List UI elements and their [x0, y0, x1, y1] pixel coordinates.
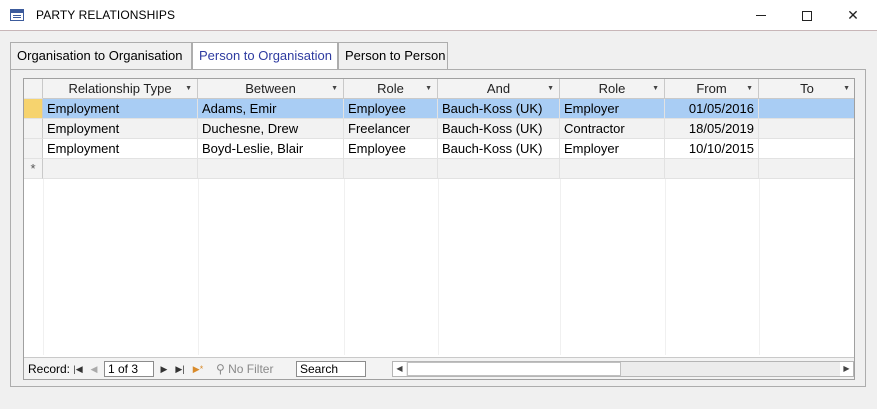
cell-and[interactable]	[438, 159, 560, 179]
column-header-and[interactable]: And ▼	[438, 79, 560, 99]
grid-empty-line	[43, 179, 44, 355]
column-header-label: To	[800, 81, 814, 96]
minimize-icon	[756, 15, 766, 16]
close-icon: ✕	[847, 7, 859, 23]
close-button[interactable]: ✕	[830, 0, 876, 31]
dropdown-arrow-icon[interactable]: ▼	[652, 79, 659, 98]
filter-icon: ⚲	[216, 362, 229, 376]
window-title: PARTY RELATIONSHIPS	[36, 8, 176, 22]
column-header-from[interactable]: From ▼	[665, 79, 759, 99]
form-icon	[10, 9, 24, 21]
column-header-label: Role	[598, 81, 626, 96]
record-selector[interactable]	[24, 139, 43, 159]
title-bar: PARTY RELATIONSHIPS ✕	[0, 0, 877, 31]
dropdown-arrow-icon[interactable]: ▼	[746, 79, 753, 98]
cell-from[interactable]	[665, 159, 759, 179]
column-header-label: Role	[377, 81, 404, 96]
cell-role-2[interactable]: Employer	[560, 139, 665, 159]
cell-role[interactable]: Employee	[344, 99, 438, 119]
cell-between[interactable]: Adams, Emir	[198, 99, 344, 119]
tab-panel: Relationship Type ▼ Between ▼ Role ▼ And ▼ R…	[10, 69, 866, 387]
filter-label: No Filter	[228, 362, 274, 376]
new-record-button-icon[interactable]: ▶*	[192, 362, 204, 376]
cell-to[interactable]	[759, 119, 854, 139]
horizontal-scrollbar[interactable]: ◀ ▶	[392, 361, 854, 377]
column-header-row: Relationship Type ▼ Between ▼ Role ▼ And ▼ R…	[24, 79, 854, 99]
column-header-role[interactable]: Role ▼	[344, 79, 438, 99]
cell-between[interactable]: Boyd-Leslie, Blair	[198, 139, 344, 159]
next-record-icon[interactable]: ▶	[158, 362, 170, 376]
grid-empty-line	[438, 179, 439, 355]
grid-empty-line	[198, 179, 199, 355]
cell-from[interactable]: 18/05/2019	[665, 119, 759, 139]
cell-and[interactable]: Bauch-Koss (UK)	[438, 99, 560, 119]
cell-relationship-type[interactable]: Employment	[43, 139, 198, 159]
table-row[interactable]: Employment Adams, Emir Employee Bauch-Ko…	[24, 99, 854, 119]
search-input[interactable]: Search	[296, 361, 366, 377]
scroll-left-icon[interactable]: ◀	[393, 362, 406, 376]
dropdown-arrow-icon[interactable]: ▼	[331, 79, 338, 98]
record-navigation-bar: Record: |◀ ◀ 1 of 3 ▶ ▶| ▶* ⚲ No Filter …	[24, 357, 854, 379]
maximize-icon	[802, 10, 812, 21]
column-header-between[interactable]: Between ▼	[198, 79, 344, 99]
cell-to[interactable]	[759, 139, 854, 159]
cell-between[interactable]: Duchesne, Drew	[198, 119, 344, 139]
cell-role-2[interactable]: Employer	[560, 99, 665, 119]
cell-from[interactable]: 10/10/2015	[665, 139, 759, 159]
cell-role-2[interactable]	[560, 159, 665, 179]
column-header-label: Between	[245, 81, 296, 96]
dropdown-arrow-icon[interactable]: ▼	[547, 79, 554, 98]
new-record-row[interactable]: *	[24, 159, 854, 179]
cell-and[interactable]: Bauch-Koss (UK)	[438, 139, 560, 159]
table-row[interactable]: Employment Boyd-Leslie, Blair Employee B…	[24, 139, 854, 159]
scrollbar-thumb[interactable]	[407, 362, 621, 376]
dropdown-arrow-icon[interactable]: ▼	[843, 79, 850, 98]
column-header-role-2[interactable]: Role ▼	[560, 79, 665, 99]
cell-to[interactable]	[759, 159, 854, 179]
cell-to[interactable]	[759, 99, 854, 119]
cell-relationship-type[interactable]: Employment	[43, 119, 198, 139]
first-record-icon[interactable]: |◀	[72, 362, 84, 376]
current-record-field[interactable]: 1 of 3	[104, 361, 154, 377]
maximize-button[interactable]	[784, 0, 830, 31]
cell-relationship-type[interactable]: Employment	[43, 99, 198, 119]
column-header-to[interactable]: To ▼	[759, 79, 854, 99]
dropdown-arrow-icon[interactable]: ▼	[425, 79, 432, 98]
scroll-right-icon[interactable]: ▶	[840, 362, 853, 376]
tab-person-to-organisation[interactable]: Person to Organisation	[192, 42, 338, 70]
last-record-icon[interactable]: ▶|	[174, 362, 186, 376]
tab-person-to-person[interactable]: Person to Person	[338, 42, 448, 70]
table-row[interactable]: Employment Duchesne, Drew Freelancer Bau…	[24, 119, 854, 139]
new-record-icon[interactable]: *	[24, 159, 43, 179]
datasheet-grid: Relationship Type ▼ Between ▼ Role ▼ And ▼ R…	[23, 78, 855, 380]
cell-role[interactable]: Freelancer	[344, 119, 438, 139]
record-label: Record:	[28, 362, 71, 376]
grid-empty-line	[759, 179, 760, 355]
record-selector[interactable]	[24, 99, 43, 119]
minimize-button[interactable]	[738, 0, 784, 31]
cell-role[interactable]: Employee	[344, 139, 438, 159]
cell-relationship-type[interactable]	[43, 159, 198, 179]
column-header-label: From	[696, 81, 727, 96]
select-all-corner[interactable]	[24, 79, 43, 99]
cell-between[interactable]	[198, 159, 344, 179]
tab-organisation-to-organisation[interactable]: Organisation to Organisation	[10, 42, 192, 70]
cell-role-2[interactable]: Contractor	[560, 119, 665, 139]
dropdown-arrow-icon[interactable]: ▼	[185, 79, 192, 98]
grid-empty-line	[665, 179, 666, 355]
cell-role[interactable]	[344, 159, 438, 179]
record-selector[interactable]	[24, 119, 43, 139]
grid-empty-line	[344, 179, 345, 355]
cell-and[interactable]: Bauch-Koss (UK)	[438, 119, 560, 139]
column-header-relationship-type[interactable]: Relationship Type ▼	[43, 79, 198, 99]
previous-record-icon[interactable]: ◀	[88, 362, 100, 376]
no-filter-button[interactable]: ⚲ No Filter	[216, 361, 298, 377]
grid-empty-line	[560, 179, 561, 355]
column-header-label: And	[486, 81, 511, 96]
column-header-label: Relationship Type	[68, 81, 172, 96]
cell-from[interactable]: 01/05/2016	[665, 99, 759, 119]
